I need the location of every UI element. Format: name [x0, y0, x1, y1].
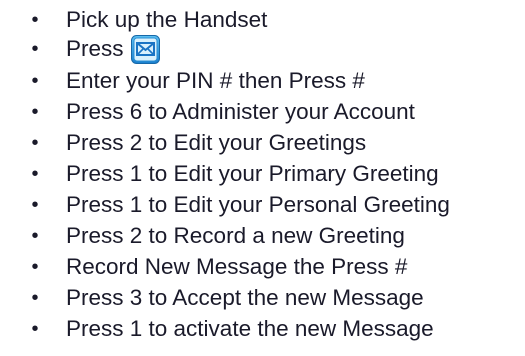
bullet: •	[31, 8, 39, 31]
list-item: • Press 2 to Edit your Greetings	[0, 128, 525, 158]
step-text: Press 1 to activate the new Message	[66, 316, 434, 341]
list-item: • Press 2 to Record a new Greeting	[0, 221, 525, 251]
step-text: Pick up the Handset	[66, 7, 268, 32]
list-item: • Press 3 to Accept the new Message	[0, 283, 525, 313]
step-text: Press 3 to Accept the new Message	[66, 285, 424, 310]
step-text: Enter your PIN # then Press #	[66, 68, 365, 93]
list-item: • Press	[0, 34, 525, 64]
bullet: •	[31, 255, 39, 278]
list-item: • Record New Message the Press #	[0, 252, 525, 282]
step-text: Press 2 to Record a new Greeting	[66, 223, 405, 248]
step-text: Press 2 to Edit your Greetings	[66, 130, 367, 155]
list-item: • Enter your PIN # then Press #	[0, 66, 525, 96]
step-text: Press 1 to Edit your Primary Greeting	[66, 161, 439, 186]
bullet: •	[31, 100, 39, 123]
list-item: • Press 1 to activate the new Message	[0, 314, 525, 344]
bullet: •	[31, 286, 39, 309]
list-item: • Press 1 to Edit your Primary Greeting	[0, 159, 525, 189]
bullet: •	[31, 37, 39, 60]
bullet: •	[31, 224, 39, 247]
step-text: Press	[66, 36, 124, 61]
bullet: •	[31, 131, 39, 154]
list-item: • Press 6 to Administer your Account	[0, 97, 525, 127]
bullet: •	[31, 162, 39, 185]
bullet: •	[31, 317, 39, 340]
bullet: •	[31, 193, 39, 216]
step-text: Record New Message the Press #	[66, 254, 408, 279]
message-envelope-icon	[130, 34, 160, 64]
list-item: • Press 1 to Edit your Personal Greeting	[0, 190, 525, 220]
bullet: •	[31, 69, 39, 92]
step-text: Press 6 to Administer your Account	[66, 99, 415, 124]
list-item: • Pick up the Handset	[0, 5, 525, 35]
step-text-with-icon: Press	[66, 34, 160, 64]
step-text: Press 1 to Edit your Personal Greeting	[66, 192, 450, 217]
